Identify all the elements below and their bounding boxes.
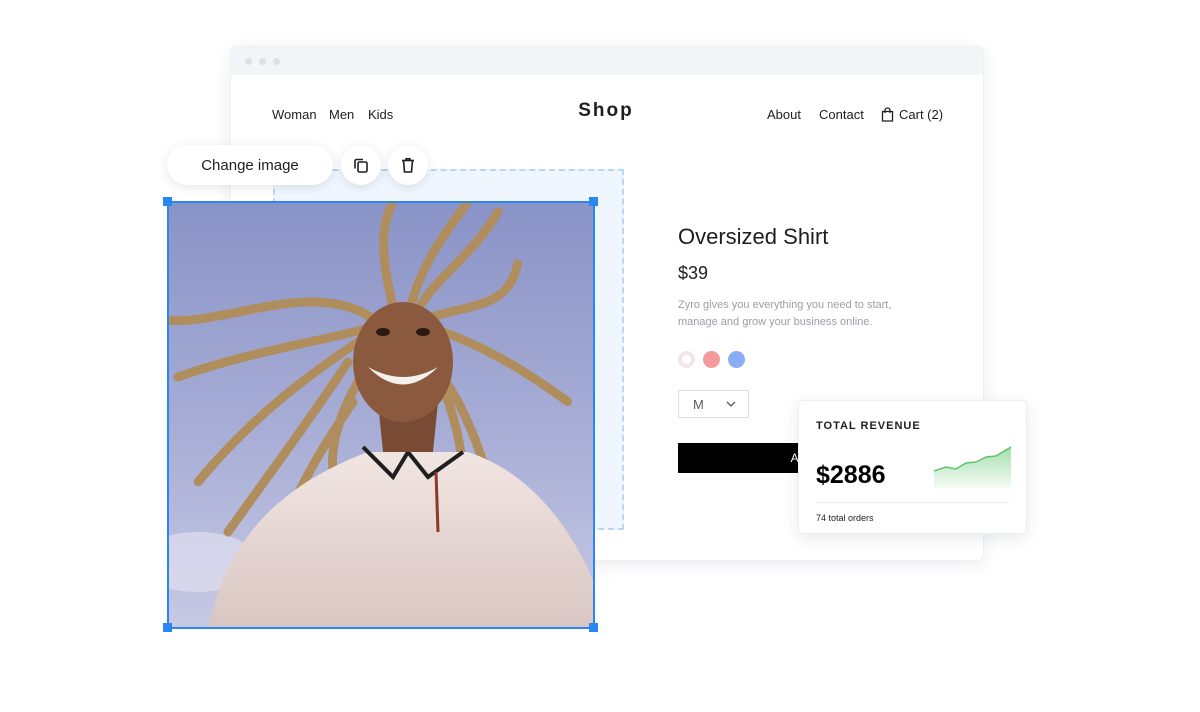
duplicate-icon — [354, 158, 368, 173]
size-select-value: M — [693, 396, 704, 412]
revenue-label: TOTAL REVENUE — [816, 420, 921, 432]
delete-button[interactable] — [388, 145, 428, 185]
size-select[interactable]: M — [678, 390, 749, 418]
resize-handle-top-right[interactable] — [589, 197, 598, 206]
chevron-down-icon — [726, 401, 736, 407]
window-dot — [245, 58, 252, 65]
cart-label: Cart (2) — [899, 107, 944, 122]
revenue-value: $2886 — [816, 461, 886, 489]
nav-link-about[interactable]: About — [767, 107, 801, 122]
product-description: Zyro gives you everything you need to st… — [678, 299, 892, 328]
window-dot — [259, 58, 266, 65]
resize-handle-bottom-right[interactable] — [589, 623, 598, 632]
revenue-card: TOTAL REVENUE $2886 74 total orders — [798, 400, 1027, 534]
site-logo[interactable]: Shop — [0, 100, 1200, 122]
change-image-button[interactable]: Change image — [167, 145, 333, 185]
product-price: $39 — [678, 263, 709, 283]
browser-title-bar — [231, 47, 983, 75]
product-title: Oversized Shirt — [678, 224, 829, 249]
shopping-bag-icon — [881, 107, 894, 122]
product-image[interactable] — [168, 202, 594, 628]
color-swatch-blue[interactable] — [728, 351, 745, 368]
duplicate-button[interactable] — [341, 145, 381, 185]
color-swatch-coral[interactable] — [703, 351, 720, 368]
nav-link-contact[interactable]: Contact — [819, 107, 864, 122]
trash-icon — [402, 158, 414, 173]
window-dot — [273, 58, 280, 65]
cart-link[interactable]: Cart (2) — [881, 107, 943, 122]
resize-handle-bottom-left[interactable] — [163, 623, 172, 632]
revenue-orders: 74 total orders — [816, 513, 874, 523]
color-swatch-light-pink[interactable] — [678, 351, 695, 368]
revenue-sparkline — [934, 446, 1011, 489]
revenue-divider — [816, 502, 1009, 503]
resize-handle-top-left[interactable] — [163, 197, 172, 206]
